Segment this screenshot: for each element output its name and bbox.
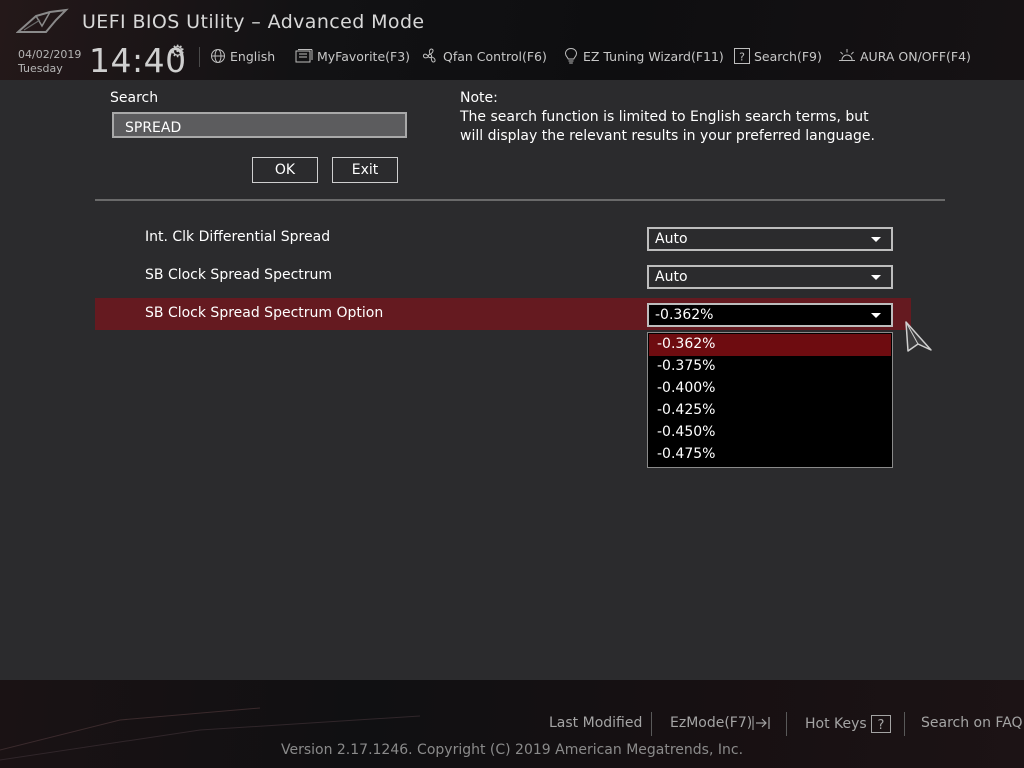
favorite-icon <box>295 49 313 63</box>
dropdown-option[interactable]: -0.400% <box>649 378 891 400</box>
note-text: The search function is limited to Englis… <box>460 109 875 144</box>
globe-icon <box>211 49 225 63</box>
search-icon: ? <box>734 48 750 64</box>
header-bar: UEFI BIOS Utility – Advanced Mode 04/02/… <box>0 0 1024 80</box>
fan-icon <box>422 48 436 63</box>
svg-text:?: ? <box>878 718 885 733</box>
chevron-down-icon <box>871 275 881 280</box>
language-button[interactable]: English <box>210 47 275 65</box>
select-value: Auto <box>655 269 688 285</box>
select-value: Auto <box>655 231 688 247</box>
help-icon: ? <box>871 715 892 733</box>
chevron-down-icon <box>871 237 881 242</box>
aura-toggle-button[interactable]: AURA ON/OFF(F4) <box>838 47 971 65</box>
dropdown-option[interactable]: -0.425% <box>649 400 891 422</box>
note-title: Note: <box>460 90 498 106</box>
qfan-control-label: Qfan Control(F6) <box>443 48 547 64</box>
myfavorite-button[interactable]: MyFavorite(F3) <box>295 47 410 65</box>
dropdown-option[interactable]: -0.450% <box>649 422 891 444</box>
day-display: Tuesday <box>18 62 63 75</box>
dropdown-option[interactable]: -0.362% <box>649 334 891 356</box>
sb-clock-spread-spectrum-option-select[interactable]: -0.362% <box>647 303 893 327</box>
svg-text:?: ? <box>739 51 745 64</box>
setting-label-int-clk-differential-spread[interactable]: Int. Clk Differential Spread <box>145 229 330 245</box>
setting-label-sb-clock-spread-spectrum-option[interactable]: SB Clock Spread Spectrum Option <box>145 305 383 321</box>
hot-keys-label: Hot Keys <box>805 716 867 732</box>
aura-icon <box>839 49 855 61</box>
chevron-down-icon <box>871 313 881 318</box>
aura-toggle-label: AURA ON/OFF(F4) <box>860 48 971 64</box>
last-modified-button[interactable]: Last Modified <box>549 715 642 731</box>
int-clk-differential-spread-select[interactable]: Auto <box>647 227 893 251</box>
ezmode-label: EzMode(F7) <box>670 715 753 731</box>
dropdown-option[interactable]: -0.375% <box>649 356 891 378</box>
rog-logo-icon <box>16 8 69 33</box>
search-button[interactable]: ? Search(F9) <box>734 47 822 65</box>
setting-label-sb-clock-spread-spectrum[interactable]: SB Clock Spread Spectrum <box>145 267 332 283</box>
ez-tuning-wizard-label: EZ Tuning Wizard(F11) <box>583 48 724 64</box>
sb-clock-spread-spectrum-select[interactable]: Auto <box>647 265 893 289</box>
myfavorite-label: MyFavorite(F3) <box>317 48 411 64</box>
lightbulb-icon <box>564 47 578 64</box>
footer-separator <box>651 712 652 736</box>
dropdown-list[interactable]: -0.362% -0.375% -0.400% -0.425% -0.450% … <box>647 332 893 468</box>
qfan-control-button[interactable]: Qfan Control(F6) <box>421 47 547 65</box>
ez-tuning-wizard-button[interactable]: EZ Tuning Wizard(F11) <box>563 47 724 65</box>
mouse-cursor-icon <box>905 321 932 352</box>
search-label: Search(F9) <box>754 48 822 64</box>
hot-keys-button[interactable]: Hot Keys ? <box>805 715 892 733</box>
exit-button[interactable]: Exit <box>332 157 398 183</box>
search-on-faq-button[interactable]: Search on FAQ <box>921 715 1023 731</box>
header-separator <box>199 47 200 67</box>
select-value: -0.362% <box>655 307 714 323</box>
language-label: English <box>230 48 276 64</box>
footer-separator <box>786 712 787 736</box>
ok-button[interactable]: OK <box>252 157 318 183</box>
section-divider <box>95 199 945 201</box>
ezmode-button[interactable]: EzMode(F7) <box>670 715 772 731</box>
search-heading: Search <box>110 90 159 106</box>
gear-icon[interactable]: ⚙ <box>170 42 185 62</box>
footer-separator <box>904 712 905 736</box>
date-display: 04/02/2019 <box>18 48 82 61</box>
search-input[interactable] <box>112 112 407 138</box>
window-title: UEFI BIOS Utility – Advanced Mode <box>82 11 425 33</box>
copyright-text: Version 2.17.1246. Copyright (C) 2019 Am… <box>280 742 744 758</box>
exit-arrow-icon <box>752 716 770 730</box>
dropdown-option[interactable]: -0.475% <box>649 444 891 466</box>
